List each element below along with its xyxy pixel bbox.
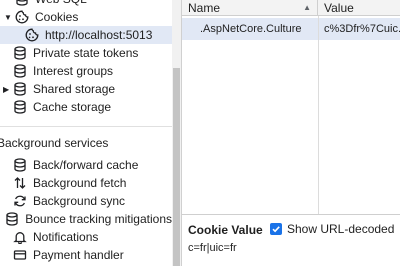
table-row[interactable]: .AspNetCore.Culture c%3Dfr%7Cuic... [182, 18, 400, 40]
database-icon [12, 99, 28, 115]
database-icon [12, 45, 28, 61]
cookie-value-cell: c%3Dfr%7Cuic... [324, 23, 400, 35]
column-header-label: Name [188, 1, 221, 15]
sidebar-item-bounce-tracking-mitigations[interactable]: Bounce tracking mitigations [0, 210, 172, 228]
cookie-table: Name ▲ Value .AspNetCore.Culture c%3Dfr%… [182, 0, 400, 214]
sidebar-item-label: Background sync [33, 194, 126, 208]
sidebar-item-cookies[interactable]: ▼ Cookies [0, 8, 172, 26]
sidebar-item-label: Shared storage [33, 82, 116, 96]
sidebar-item-payment-handler[interactable]: Payment handler [0, 246, 172, 264]
sidebar-item-label: http://localhost:5013 [45, 28, 153, 42]
section-divider [0, 126, 172, 127]
database-icon [14, 0, 30, 7]
sidebar-item-label: Interest groups [33, 64, 114, 78]
database-icon [12, 157, 28, 173]
section-header-background-services: Background services [0, 136, 109, 150]
sync-icon [12, 193, 28, 209]
cookie-value-panel: Cookie Value Show URL-decoded c=fr|uic=f… [182, 214, 400, 266]
sidebar-item-background-sync[interactable]: Background sync [0, 192, 172, 210]
sidebar-item-label: Web SQL [35, 0, 87, 8]
sidebar-item-label: Notifications [33, 230, 99, 244]
sidebar-item-label: Back/forward cache [33, 158, 139, 172]
sort-ascending-icon: ▲ [303, 3, 311, 12]
sidebar-item-label: Cache storage [33, 100, 112, 114]
sidebar-item-label: Cookies [35, 10, 79, 24]
sidebar-item-cookie-origin[interactable]: http://localhost:5013 [0, 26, 172, 44]
database-icon [12, 63, 28, 79]
sidebar-item-label: Background fetch [33, 176, 127, 190]
sidebar-item-background-fetch[interactable]: Background fetch [0, 174, 172, 192]
column-header-value[interactable]: Value [318, 0, 400, 16]
database-icon [4, 211, 20, 227]
sidebar-item-label: Private state tokens [33, 46, 139, 60]
sidebar-item-interest-groups[interactable]: Interest groups [0, 62, 172, 80]
sidebar-item-label: Bounce tracking mitigations [25, 212, 172, 226]
expand-arrow-icon[interactable]: ▼ [4, 13, 12, 22]
card-icon [12, 247, 28, 263]
sidebar-item-private-state-tokens[interactable]: Private state tokens [0, 44, 172, 62]
panel-title: Cookie Value [188, 223, 263, 237]
arrows-updown-icon [12, 175, 28, 191]
show-url-decoded-label[interactable]: Show URL-decoded [287, 222, 394, 236]
bell-icon [12, 229, 28, 245]
sidebar-item-label: Payment handler [33, 248, 124, 262]
application-sidebar: Web SQL ▼ Cookies http://localhost:5013 … [0, 0, 172, 266]
sidebar-item-cache-storage[interactable]: Cache storage [0, 98, 172, 116]
checkmark-icon [272, 226, 280, 233]
devtools-application-panel: Web SQL ▼ Cookies http://localhost:5013 … [0, 0, 400, 266]
column-header-name[interactable]: Name ▲ [182, 0, 318, 16]
show-url-decoded-checkbox[interactable] [270, 223, 282, 235]
column-divider [318, 16, 319, 214]
sidebar-item-web-sql[interactable]: Web SQL [0, 0, 172, 8]
database-icon [12, 81, 28, 97]
cookie-icon [24, 27, 40, 43]
sidebar-item-back-forward-cache[interactable]: Back/forward cache [0, 156, 172, 174]
cookie-name-cell: .AspNetCore.Culture [200, 23, 302, 35]
cookie-decoded-value: c=fr|uic=fr [188, 242, 237, 254]
sidebar-item-notifications[interactable]: Notifications [0, 228, 172, 246]
sidebar-scrollbar-thumb[interactable] [173, 68, 180, 266]
column-header-label: Value [324, 1, 354, 15]
expand-arrow-icon[interactable]: ▶ [3, 85, 11, 94]
sidebar-item-shared-storage[interactable]: ▶ Shared storage [0, 80, 172, 98]
cookie-icon [14, 9, 30, 25]
